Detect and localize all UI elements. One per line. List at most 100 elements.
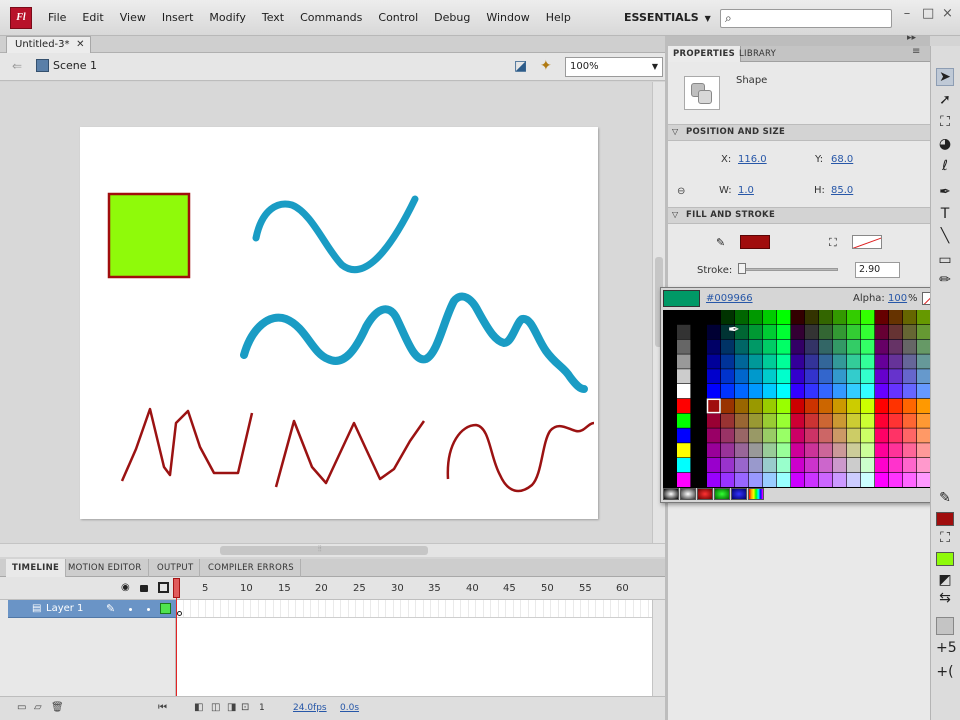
swatch-cell[interactable] [791,398,805,413]
swatch-cell[interactable] [903,339,917,354]
swatch-cell[interactable] [847,458,861,473]
menu-edit[interactable]: Edit [74,0,111,36]
swatch-cell[interactable] [763,354,777,369]
swatch-cell[interactable] [903,310,917,325]
swatch-cell[interactable] [875,458,889,473]
swatch-cell[interactable] [917,472,931,487]
text-tool-icon[interactable]: T [936,206,954,222]
swatch-cell[interactable] [777,443,791,458]
swatch-cell[interactable] [847,354,861,369]
swatch-cell[interactable] [791,339,805,354]
fill-color-swatch[interactable] [852,235,882,249]
gradient-swatch[interactable] [731,488,747,500]
menu-view[interactable]: View [112,0,154,36]
swatch-cell[interactable] [847,428,861,443]
swatch-cell[interactable] [819,458,833,473]
hex-value[interactable]: #009966 [706,293,753,304]
swatch-cell[interactable] [819,339,833,354]
swatch-cell[interactable] [707,354,721,369]
swatch-cell[interactable] [847,443,861,458]
swatch-cell[interactable] [805,369,819,384]
new-layer-icon[interactable]: ▭ [17,702,26,713]
swatch-cell[interactable] [861,339,875,354]
lock-icon[interactable] [140,585,148,592]
w-value[interactable]: 1.0 [738,185,754,196]
straighten-icon[interactable]: +( [936,664,954,680]
new-folder-icon[interactable]: ▱ [34,702,42,713]
swatch-cell[interactable] [735,443,749,458]
swatch-cell[interactable] [903,384,917,399]
frame-row[interactable] [176,600,652,618]
swatch-cell[interactable] [749,472,763,487]
swatch-cell[interactable] [791,428,805,443]
layer-row[interactable]: ▤ Layer 1 ✎ [8,600,176,618]
swatch-cell[interactable] [777,369,791,384]
tab-library[interactable]: LIBRARY [734,46,781,62]
swatch-cell[interactable] [763,398,777,413]
minimize-icon[interactable]: – [902,6,912,21]
swatch-cell[interactable] [833,354,847,369]
section-fill-stroke[interactable]: ▽ FILL AND STROKE [668,207,930,224]
swatch-cell[interactable] [861,398,875,413]
tab-motion-editor[interactable]: MOTION EDITOR [62,559,149,577]
swatch-cell[interactable] [721,339,735,354]
swatch-cell[interactable] [763,472,777,487]
swatch-cell[interactable] [917,324,931,339]
swatch-cell[interactable] [707,413,721,428]
stroke-color-tool[interactable] [936,512,954,526]
x-value[interactable]: 116.0 [738,154,767,165]
swatch-cell[interactable] [889,310,903,325]
swatch-cell[interactable] [819,472,833,487]
line-tool-icon[interactable]: ╲ [936,228,954,244]
swatch-cell[interactable] [791,369,805,384]
swatch-cell[interactable] [707,369,721,384]
swatch-cell[interactable] [707,339,721,354]
swatch-cell[interactable] [691,339,705,354]
swatch-cell[interactable] [917,443,931,458]
swatch-cell[interactable] [749,324,763,339]
swatch-cell[interactable] [875,354,889,369]
swatch-cell[interactable] [889,339,903,354]
swatch-cell[interactable] [691,310,705,325]
swatch-cell[interactable] [847,398,861,413]
onion-skin-icon[interactable]: ◫ [211,702,220,713]
swatch-cell[interactable] [903,443,917,458]
gradient-swatch[interactable] [663,488,679,500]
swatch-cell[interactable] [691,369,705,384]
swatch-cell[interactable] [777,428,791,443]
edit-multiple-icon[interactable]: ⊡ [241,702,249,713]
swatch-cell[interactable] [819,310,833,325]
layer-color-swatch[interactable] [160,603,171,614]
swatch-cell[interactable] [861,413,875,428]
blue-wave-small[interactable] [252,195,419,274]
swatch-cell[interactable] [791,413,805,428]
swatch-cell[interactable] [777,398,791,413]
stage[interactable] [80,127,598,519]
swatch-cell[interactable] [819,354,833,369]
gradient-swatch[interactable] [697,488,713,500]
tab-timeline[interactable]: TIMELINE [6,559,67,577]
swatch-cell[interactable] [677,413,691,428]
close-icon[interactable]: ✕ [76,37,84,53]
swatch-cell[interactable] [791,384,805,399]
swatch-grid[interactable] [663,310,959,488]
scrollbar-thumb[interactable] [220,546,428,555]
swatch-cell[interactable] [735,339,749,354]
swatch-cell[interactable] [691,398,705,413]
swatch-cell[interactable] [721,472,735,487]
stroke-width-input[interactable]: 2.90 [855,262,900,278]
swatch-cell[interactable] [707,324,721,339]
swatch-cell[interactable] [889,398,903,413]
swatch-cell[interactable] [889,324,903,339]
red-curve-right[interactable] [446,421,595,493]
swatch-cell[interactable] [861,384,875,399]
close-icon[interactable]: × [942,6,953,21]
swatch-cell[interactable] [833,398,847,413]
eye-icon[interactable]: ◉ [121,582,130,593]
swatch-cell[interactable] [917,413,931,428]
menu-file[interactable]: File [40,0,74,36]
swatch-cell[interactable] [861,428,875,443]
swatch-cell[interactable] [777,472,791,487]
stage-horizontal-scrollbar[interactable]: ⦙⦙ [0,543,665,557]
swatch-cell[interactable] [749,443,763,458]
